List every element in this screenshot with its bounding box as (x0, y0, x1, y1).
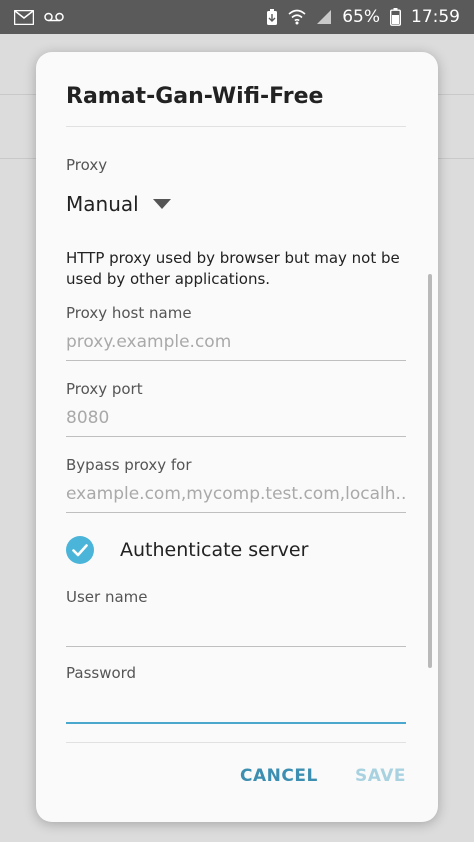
dialog-scrollbar[interactable] (428, 274, 432, 668)
password-field (66, 694, 406, 724)
proxy-host-field (66, 332, 406, 361)
username-label: User name (66, 588, 148, 606)
checkmark-icon (72, 543, 88, 556)
proxy-port-label: Proxy port (66, 380, 143, 398)
password-input[interactable] (66, 694, 406, 722)
proxy-note: HTTP proxy used by browser but may not b… (66, 249, 400, 288)
authenticate-checkbox[interactable] (66, 536, 94, 564)
save-button[interactable]: SAVE (355, 766, 406, 786)
dialog-title: Ramat-Gan-Wifi-Free (66, 84, 324, 109)
voicemail-icon (44, 12, 64, 22)
username-field (66, 618, 406, 647)
battery-saver-icon (266, 8, 278, 26)
proxy-host-underline (66, 360, 406, 361)
status-bar: 65% 17:59 (0, 0, 474, 34)
wifi-icon (288, 9, 306, 25)
title-divider (66, 126, 406, 127)
proxy-port-input[interactable] (66, 408, 406, 436)
battery-percent: 65% (342, 7, 380, 27)
proxy-selected-value: Manual (66, 192, 139, 216)
proxy-port-field (66, 408, 406, 437)
password-underline (66, 722, 406, 724)
proxy-port-underline (66, 436, 406, 437)
username-underline (66, 646, 406, 647)
status-bar-left (14, 9, 64, 25)
dropdown-arrow-icon (152, 199, 171, 209)
proxy-host-input[interactable] (66, 332, 406, 360)
gmail-icon (14, 9, 34, 25)
bypass-proxy-input[interactable] (66, 484, 406, 512)
bypass-proxy-field (66, 484, 406, 513)
password-label: Password (66, 664, 137, 682)
status-bar-right: 65% 17:59 (266, 7, 460, 27)
proxy-host-label: Proxy host name (66, 304, 192, 322)
dialog-actions: CANCEL SAVE (66, 766, 406, 790)
proxy-label: Proxy (66, 156, 108, 174)
authenticate-server-label: Authenticate server (120, 539, 309, 561)
actions-divider (66, 742, 406, 743)
proxy-dropdown[interactable]: Manual (66, 192, 171, 216)
proxy-settings-dialog: Ramat-Gan-Wifi-Free Proxy Manual HTTP pr… (36, 52, 438, 822)
cancel-button[interactable]: CANCEL (240, 766, 318, 786)
authenticate-server-toggle[interactable]: Authenticate server (66, 536, 308, 564)
status-time: 17:59 (411, 7, 460, 27)
signal-icon (316, 9, 332, 25)
bypass-proxy-label: Bypass proxy for (66, 456, 192, 474)
battery-icon (390, 8, 401, 26)
bypass-proxy-underline (66, 512, 406, 513)
username-input[interactable] (66, 618, 406, 646)
